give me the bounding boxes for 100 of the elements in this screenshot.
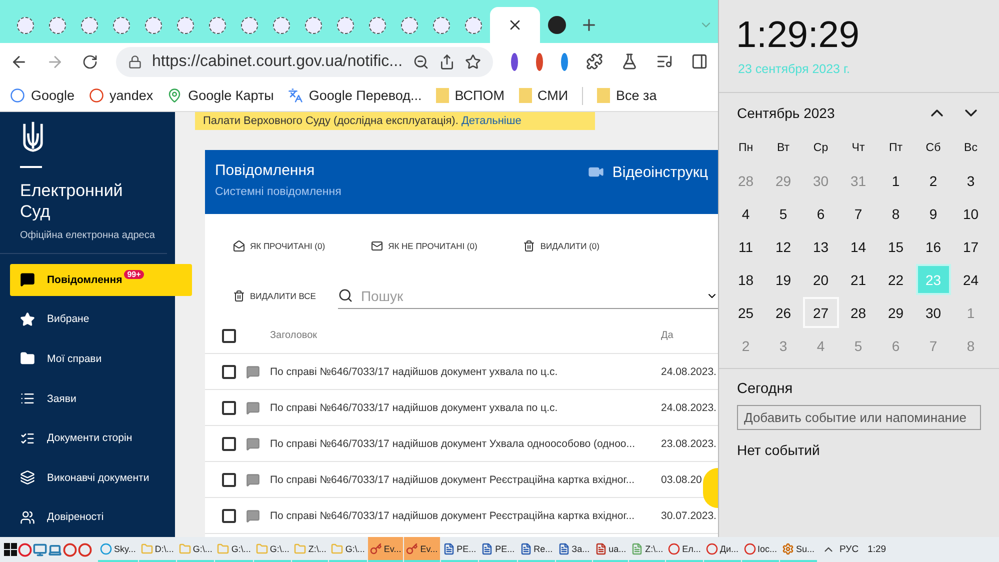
calendar-day[interactable]: 24: [953, 264, 988, 295]
browser-icon[interactable]: [18, 542, 32, 556]
nav-item[interactable]: Повідомлення 99+: [10, 264, 192, 296]
calendar-day[interactable]: 4: [728, 198, 764, 229]
flask-icon[interactable]: [620, 53, 638, 70]
message-title[interactable]: По справі №646/7033/17 надійшов документ ухвала по ц.с.: [270, 366, 651, 378]
event-input[interactable]: Добавить событие или напоминание: [737, 405, 981, 430]
media-list-icon[interactable]: [656, 53, 673, 70]
calendar-day[interactable]: 10: [953, 198, 988, 229]
checkbox[interactable]: [222, 436, 236, 450]
reload-button[interactable]: [82, 54, 98, 70]
taskbar-clock[interactable]: 1:29: [864, 544, 890, 555]
message-title[interactable]: По справі №646/7033/17 надійшов документ Ухвала одноособово (одноо...: [270, 438, 651, 450]
taskbar-window[interactable]: PE...: [479, 537, 517, 562]
star-icon[interactable]: [464, 54, 481, 70]
taskbar-window[interactable]: D:\...: [138, 537, 176, 562]
calendar-day[interactable]: 15: [878, 231, 914, 262]
checkbox[interactable]: [222, 328, 236, 342]
calendar-day[interactable]: 27: [803, 297, 838, 328]
bookmark-link[interactable]: ВСПОМ: [436, 88, 504, 103]
action-button[interactable]: ЯК НЕ ПРОЧИТАНІ (0): [371, 238, 478, 254]
calendar-day[interactable]: 11: [728, 231, 764, 262]
message-title[interactable]: По справі №646/7033/17 надійшов документ Реєстраційна картка вхідног...: [270, 510, 651, 522]
taskbar-window[interactable]: Ди...: [704, 537, 741, 562]
checkbox[interactable]: [222, 472, 236, 486]
checkbox[interactable]: [222, 508, 236, 522]
message-title[interactable]: По справі №646/7033/17 надійшов документ Реєстраційна картка вхідног...: [270, 474, 651, 486]
taskbar-window[interactable]: G:\...: [176, 537, 214, 562]
taskbar-window[interactable]: Ел...: [666, 537, 703, 562]
calendar-day[interactable]: 17: [953, 231, 988, 262]
nav-item[interactable]: Документи сторін: [10, 422, 170, 454]
language-indicator[interactable]: РУС: [836, 544, 863, 555]
calendar-day[interactable]: 18: [728, 264, 764, 295]
calendar-day[interactable]: 9: [916, 198, 951, 229]
bookmark-link[interactable]: yandex: [88, 88, 154, 103]
taskbar-window[interactable]: G:\...: [215, 537, 253, 562]
extension-icon[interactable]: [560, 52, 568, 70]
bookmark-link[interactable]: СМИ: [518, 88, 568, 103]
calendar-day[interactable]: 3: [953, 165, 988, 196]
calendar-day[interactable]: 8: [878, 198, 914, 229]
calendar-day[interactable]: 30: [916, 297, 951, 328]
taskbar-window[interactable]: Re...: [518, 537, 555, 562]
calendar-day[interactable]: 28: [840, 297, 876, 328]
calendar-day[interactable]: 29: [878, 297, 914, 328]
nav-item[interactable]: Заяви: [10, 382, 170, 414]
details-link[interactable]: Детальніше: [461, 115, 522, 127]
calendar-day[interactable]: 13: [803, 231, 838, 262]
bookmark-link[interactable]: Google Перевод...: [288, 88, 422, 103]
calendar-day[interactable]: 14: [840, 231, 876, 262]
message-title[interactable]: По справі №646/7033/17 надійшов документ ухвала по ц.с.: [270, 402, 651, 414]
address-bar[interactable]: https://cabinet.court.gov.ua/notific...: [116, 46, 493, 76]
calendar-day[interactable]: 2: [916, 165, 951, 196]
taskbar-window[interactable]: Su...: [780, 537, 817, 562]
bookmark-link[interactable]: Все за: [597, 88, 657, 103]
video-link[interactable]: Відеоінструкц: [588, 162, 708, 182]
month-title[interactable]: Сентябрь 2023: [737, 105, 913, 121]
nav-item[interactable]: Виконавчі документи: [10, 462, 170, 494]
start-icon[interactable]: [3, 542, 17, 556]
calendar-day[interactable]: 5: [766, 198, 801, 229]
taskbar-window[interactable]: Ioc...: [742, 537, 780, 562]
calendar-day[interactable]: 20: [803, 264, 838, 295]
extension-icon[interactable]: [536, 52, 543, 70]
taskbar-window[interactable]: G:\...: [254, 537, 292, 562]
delete-all-button[interactable]: ВИДАЛИТИ ВСЕ: [233, 288, 316, 304]
browser-icon[interactable]: [63, 542, 77, 556]
calendar-day[interactable]: 25: [728, 297, 764, 328]
nav-item[interactable]: Мої справи: [10, 343, 170, 375]
bookmark-link[interactable]: Google: [10, 88, 75, 103]
bookmark-link[interactable]: Google Карты: [167, 88, 274, 103]
nav-item[interactable]: Вибране: [10, 304, 170, 336]
monitor-icon[interactable]: [33, 542, 47, 556]
taskbar-window[interactable]: PE...: [440, 537, 478, 562]
calendar-day[interactable]: 7: [840, 198, 876, 229]
taskbar-window[interactable]: Z:\...: [292, 537, 328, 562]
calendar-day[interactable]: 21: [840, 264, 876, 295]
taskbar-window[interactable]: Ev...: [368, 537, 404, 562]
calendar-day[interactable]: 19: [766, 264, 801, 295]
browser-icon[interactable]: [78, 542, 92, 556]
calendar-day[interactable]: 1: [878, 165, 914, 196]
taskbar-window[interactable]: Ev...: [404, 537, 440, 562]
nav-item[interactable]: Довіреності: [10, 501, 170, 534]
calendar-day[interactable]: 16: [916, 231, 951, 262]
taskbar-window[interactable]: За...: [556, 537, 592, 562]
zoom-out-icon[interactable]: [412, 54, 429, 70]
taskbar-window[interactable]: Sky...: [98, 537, 138, 562]
extensions-button[interactable]: [586, 53, 603, 70]
calendar-day[interactable]: 12: [766, 231, 801, 262]
search-field[interactable]: Пошук: [358, 286, 700, 304]
extension-icon[interactable]: [510, 52, 518, 70]
calendar-day[interactable]: 26: [766, 297, 801, 328]
taskbar-window[interactable]: G:\...: [329, 537, 367, 562]
share-icon[interactable]: [438, 54, 455, 70]
action-button[interactable]: ЯК ПРОЧИТАНІ (0): [233, 238, 326, 254]
action-button[interactable]: ВИДАЛИТИ (0): [523, 238, 600, 254]
checkbox[interactable]: [222, 400, 236, 414]
calendar-day[interactable]: 22: [878, 264, 914, 295]
side-panel-icon[interactable]: [690, 53, 708, 70]
calendar-day[interactable]: 6: [803, 198, 838, 229]
taskbar-window[interactable]: ua...: [592, 537, 628, 562]
taskbar-window[interactable]: Z:\...: [629, 537, 666, 562]
